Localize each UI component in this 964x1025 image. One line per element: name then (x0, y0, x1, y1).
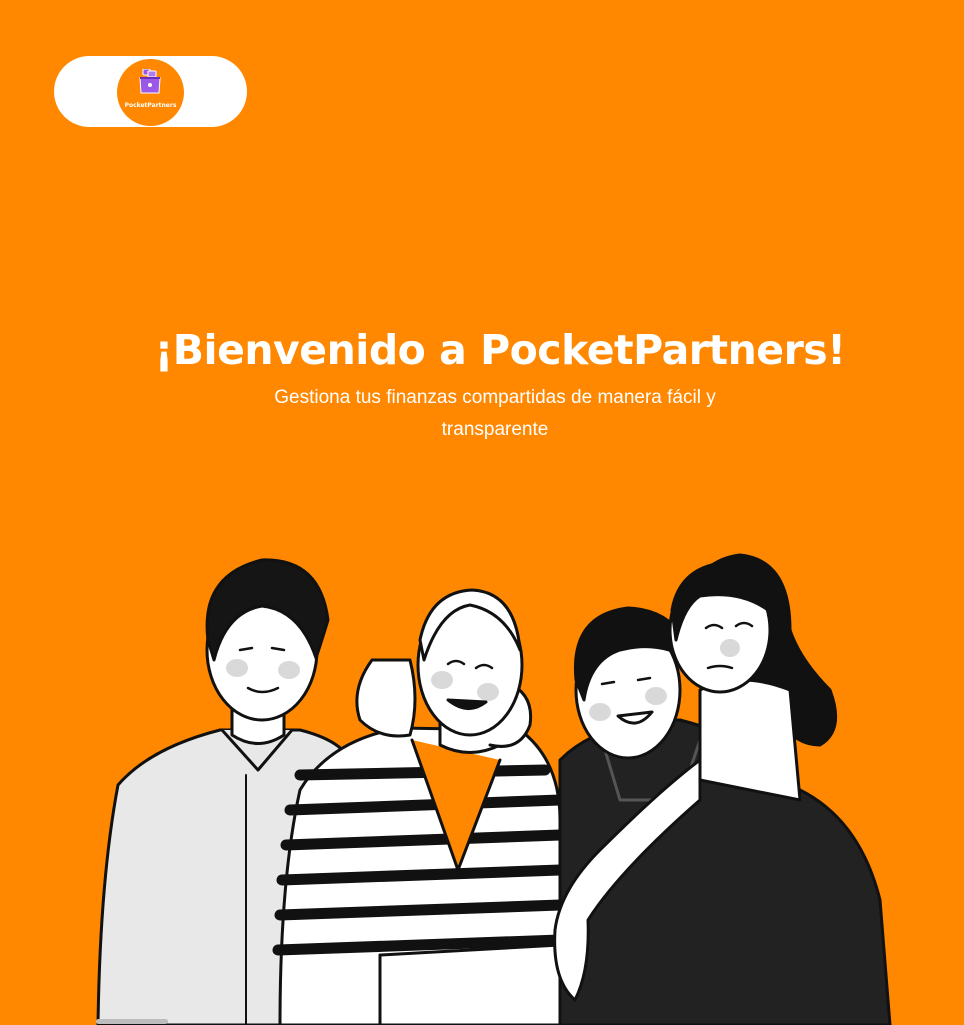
welcome-title: ¡Bienvenido a PocketPartners! (154, 326, 846, 374)
person-4-shirt (698, 678, 802, 802)
wallet-icon (139, 69, 161, 94)
group-of-friends-illustration (96, 553, 892, 1025)
welcome-subtitle: Gestiona tus finanzas compartidas de man… (274, 387, 716, 440)
logo-badge: PocketPartners (117, 59, 184, 126)
scrollbar-thumb[interactable] (96, 1019, 168, 1024)
logo-pill: PocketPartners (54, 56, 247, 127)
person-2-hair (355, 658, 417, 738)
logo-text: PocketPartners (124, 102, 177, 109)
